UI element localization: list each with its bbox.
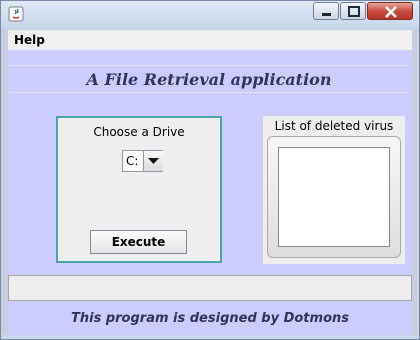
deleted-virus-panel: List of deleted virus [263,116,405,264]
app-title: A File Retrieval application [86,70,332,89]
status-bar [8,275,412,301]
close-button[interactable] [367,2,413,20]
title-strip: A File Retrieval application [9,65,409,93]
maximize-icon [348,6,360,17]
footer: This program is designed by Dotmons [1,305,419,335]
maximize-button[interactable] [340,2,366,20]
footer-credit: This program is designed by Dotmons [70,311,349,326]
deleted-virus-frame [267,136,401,258]
app-window: Help A File Retrieval application Choose… [0,0,420,340]
close-icon [385,6,397,18]
drive-select-arrow[interactable] [143,151,163,171]
choose-drive-label: Choose a Drive [93,125,185,139]
deleted-virus-list[interactable] [278,147,390,247]
chevron-down-icon [148,158,159,164]
title-bar[interactable] [1,1,419,29]
java-icon[interactable] [8,6,24,22]
menu-bar: Help [8,30,412,50]
menu-help[interactable]: Help [14,33,45,47]
window-bottom-border [1,335,419,339]
drive-select-value: C: [126,154,139,168]
minimize-button[interactable] [313,2,339,20]
drive-select[interactable]: C: [122,150,163,172]
deleted-virus-label: List of deleted virus [274,119,394,133]
drive-panel: Choose a Drive C: Execute [56,116,222,263]
minimize-icon [322,13,331,16]
execute-button-label: Execute [111,235,166,249]
execute-button[interactable]: Execute [90,230,187,254]
